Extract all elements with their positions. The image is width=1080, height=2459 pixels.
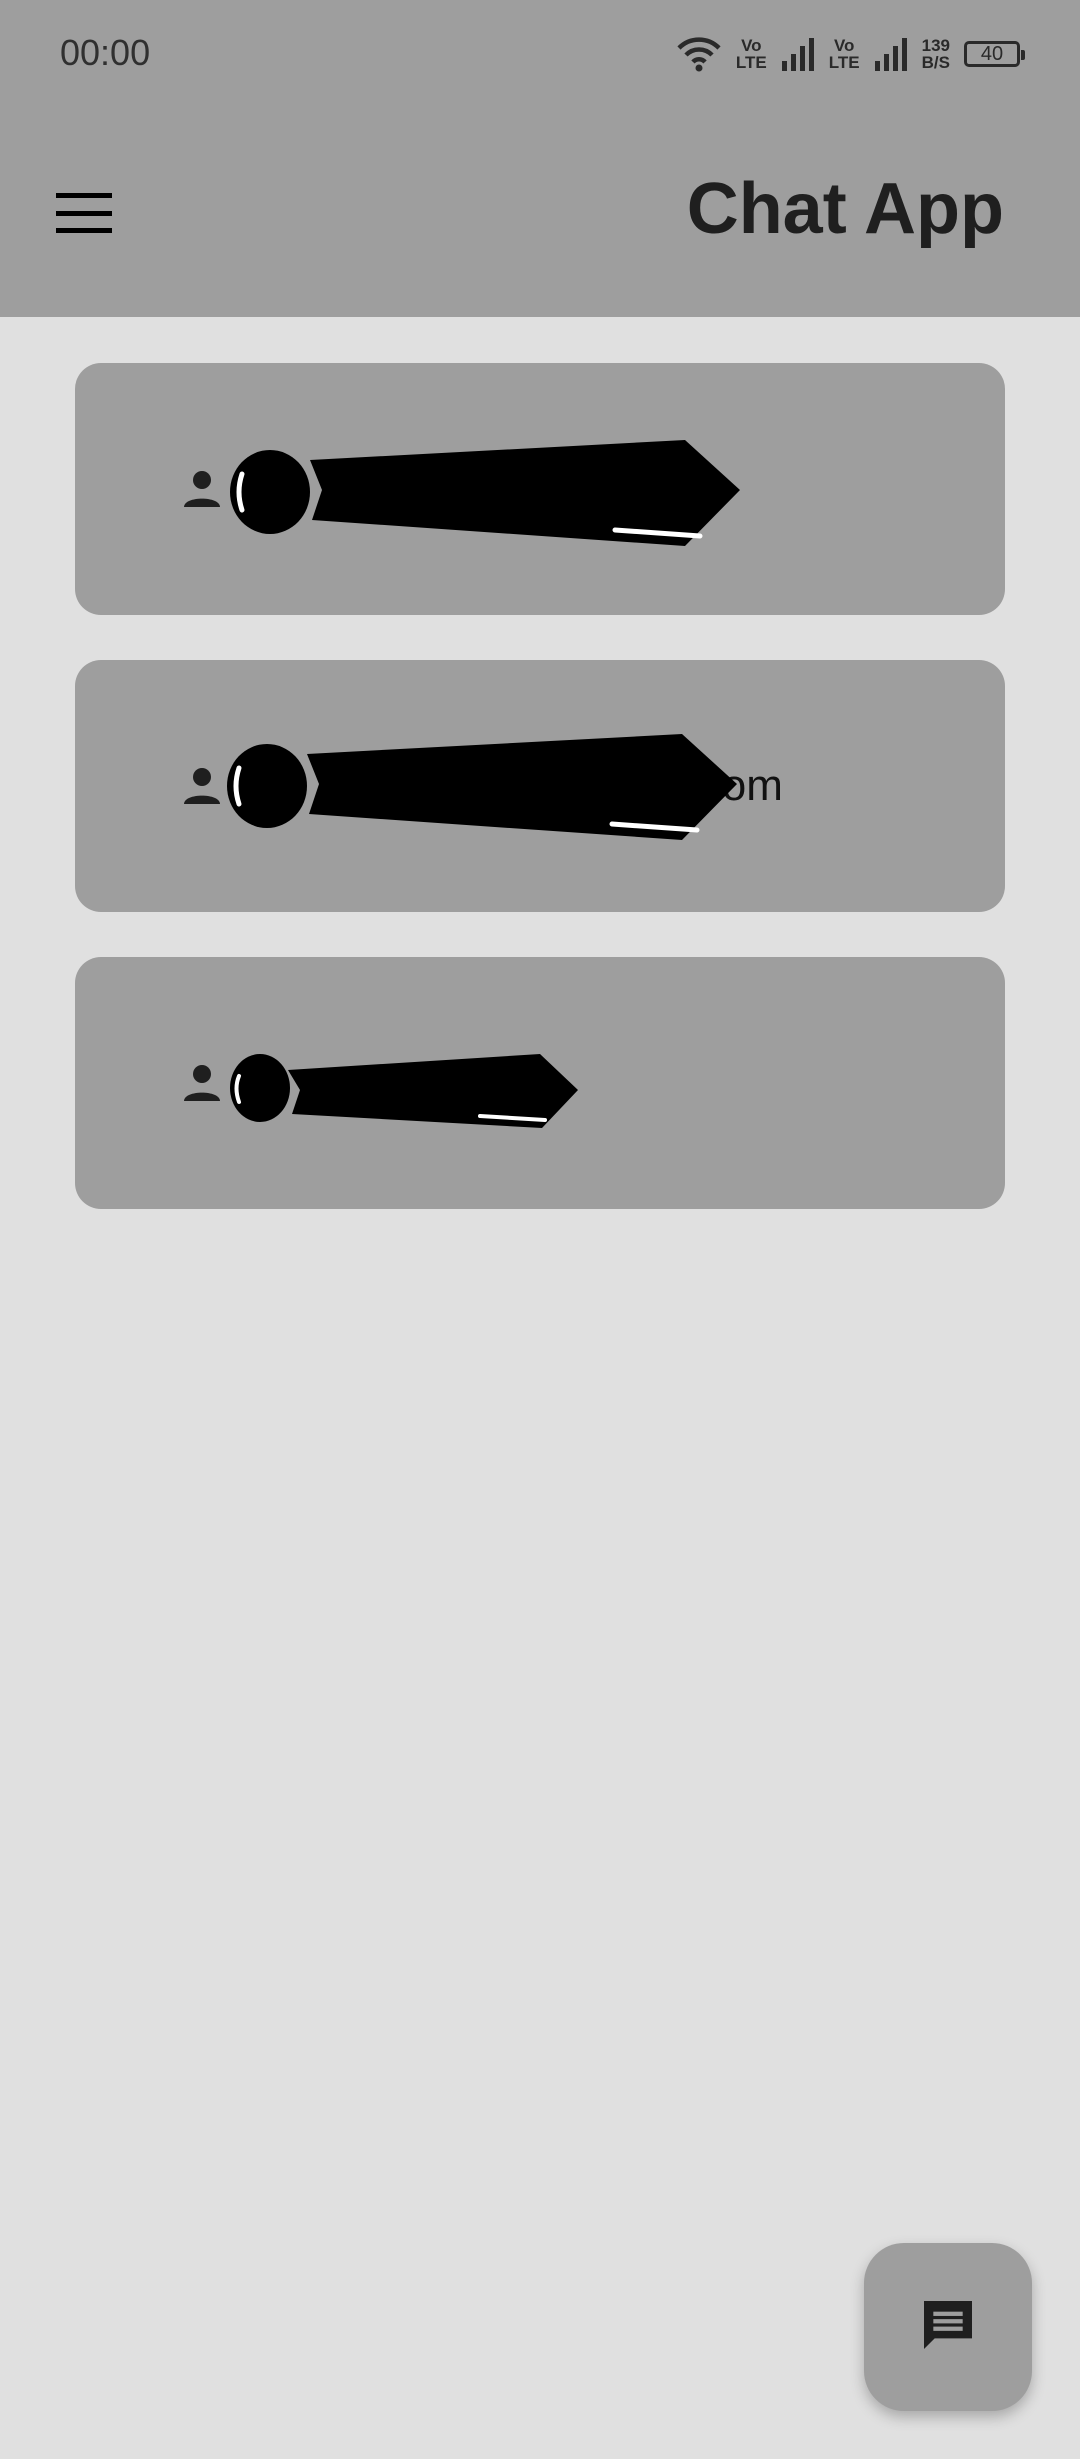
person-icon (175, 759, 229, 813)
person-icon (175, 462, 229, 516)
user-row (175, 363, 239, 615)
battery-icon: 40 (964, 41, 1025, 67)
app-bar: 00:00 Vo LTE Vo LTE 139 B/S 40 Chat App (0, 0, 1080, 317)
volte-badge-1: Vo LTE (735, 36, 767, 72)
user-email: nail.com (619, 761, 783, 810)
battery-level: 40 (980, 42, 1004, 65)
status-icons: Vo LTE Vo LTE 139 B/S 40 (676, 34, 1025, 74)
user-row: nail.com (175, 660, 783, 912)
user-row (175, 957, 239, 1209)
user-card[interactable] (75, 363, 1005, 615)
signal-icon (874, 37, 908, 71)
network-speed: 139 B/S (921, 36, 950, 72)
status-time: 00:00 (60, 32, 151, 73)
volte-badge-2: Vo LTE (828, 36, 860, 72)
menu-icon[interactable] (56, 193, 112, 233)
new-chat-button[interactable] (864, 2243, 1032, 2411)
signal-icon (781, 37, 815, 71)
wifi-icon (676, 36, 722, 72)
chat-icon (916, 2293, 980, 2362)
redaction-mark (230, 1054, 578, 1128)
app-title: Chat App (686, 169, 1004, 249)
person-icon (175, 1056, 229, 1110)
user-card[interactable]: nail.com (75, 660, 1005, 912)
user-card[interactable] (75, 957, 1005, 1209)
redaction-mark (230, 440, 740, 546)
